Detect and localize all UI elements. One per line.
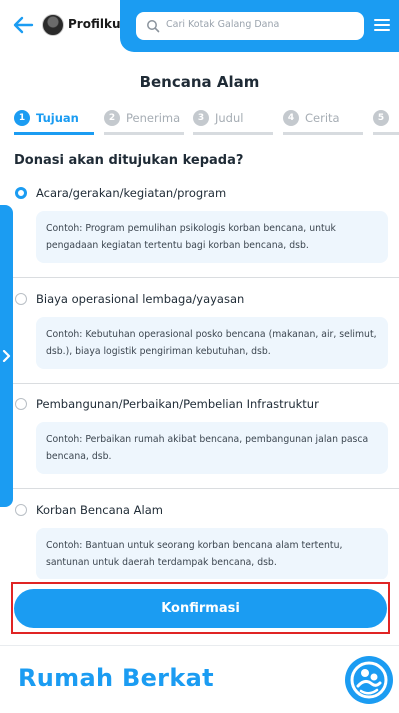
option-label: Acara/gerakan/kegiatan/program: [36, 186, 227, 200]
step-progress-bar: [193, 132, 273, 135]
option-label: Korban Bencana Alam: [36, 503, 163, 517]
question-heading: Donasi akan ditujukan kepada?: [14, 153, 244, 168]
divider: [0, 645, 399, 646]
step-number: 5: [373, 110, 389, 126]
step-label: Penerima: [126, 111, 181, 125]
step-label: Tujuan: [36, 111, 79, 125]
helper-fab[interactable]: [345, 656, 393, 704]
top-header: Profilku Cari Kotak Galang Dana: [0, 0, 399, 52]
search-bar: Cari Kotak Galang Dana: [120, 0, 399, 52]
step-progress-bar: [104, 132, 184, 135]
step-number: 4: [283, 110, 299, 126]
option-operasional[interactable]: Biaya operasional lembaga/yayasan Contoh…: [13, 289, 399, 379]
step-label: Cerita: [305, 111, 340, 125]
option-label: Biaya operasional lembaga/yayasan: [36, 292, 245, 306]
avatar[interactable]: [42, 14, 64, 36]
confirm-button[interactable]: Konfirmasi: [14, 589, 387, 628]
option-program[interactable]: Acara/gerakan/kegiatan/program Contoh: P…: [13, 183, 399, 273]
option-example: Contoh: Kebutuhan operasional posko benc…: [36, 317, 388, 369]
divider: [13, 488, 399, 489]
chevron-right-icon: [2, 350, 11, 362]
step-number: 3: [193, 110, 209, 126]
option-infrastruktur[interactable]: Pembangunan/Perbaikan/Pembelian Infrastr…: [13, 394, 399, 484]
step-number: 1: [14, 110, 30, 126]
step-progress-bar: [283, 132, 363, 135]
divider: [13, 383, 399, 384]
radio-button[interactable]: [15, 187, 27, 199]
step-progress-bar: [14, 132, 94, 135]
radio-button[interactable]: [15, 293, 27, 305]
side-drawer-tab[interactable]: [0, 205, 13, 507]
option-example: Contoh: Perbaikan rumah akibat bencana, …: [36, 422, 388, 474]
search-placeholder: Cari Kotak Galang Dana: [166, 19, 280, 30]
divider: [13, 277, 399, 278]
step-number: 2: [104, 110, 120, 126]
option-korban[interactable]: Korban Bencana Alam Contoh: Bantuan untu…: [13, 500, 399, 590]
radio-button[interactable]: [15, 398, 27, 410]
option-example: Contoh: Bantuan untuk seorang korban ben…: [36, 528, 388, 580]
page-title: Bencana Alam: [139, 73, 260, 91]
back-arrow-icon[interactable]: [12, 14, 34, 36]
stepper: 1 Tujuan 2 Penerima 3 Judul 4 Cerita 5: [14, 110, 399, 136]
search-icon: [147, 20, 160, 33]
step-label: Judul: [215, 111, 244, 125]
option-example: Contoh: Program pemulihan psikologis kor…: [36, 211, 388, 263]
radio-button[interactable]: [15, 504, 27, 516]
step-progress-bar: [373, 132, 399, 135]
people-hug-icon: [350, 661, 388, 699]
brand-logo: Rumah Berkat: [18, 664, 214, 692]
option-label: Pembangunan/Perbaikan/Pembelian Infrastr…: [36, 397, 319, 411]
hamburger-menu-icon[interactable]: [374, 19, 390, 33]
profile-link[interactable]: Profilku: [68, 17, 121, 31]
